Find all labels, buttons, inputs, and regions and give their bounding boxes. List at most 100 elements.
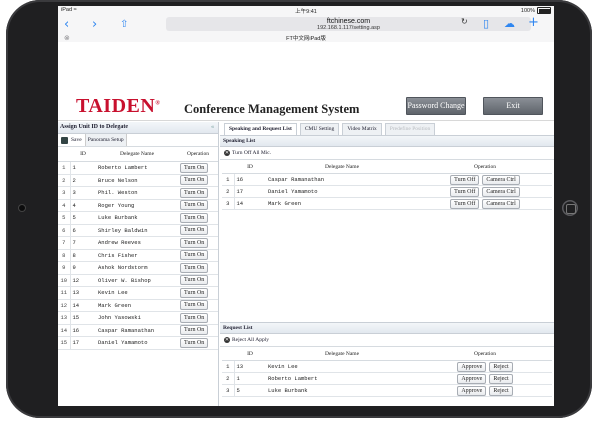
operation-cell: Turn On [178, 261, 218, 275]
operation-buttons: Turn Off Camera Ctrl [420, 174, 550, 185]
row-number: 2 [222, 372, 235, 385]
turn-off-button[interactable]: Turn Off [450, 198, 480, 209]
request-table: ID Delegate Name Operation 1 13 Kevin Lee A… [222, 347, 552, 397]
camera-ctrl-button[interactable]: Camera Ctrl [482, 198, 520, 209]
table-row: 1 1 Roberto Lambert Turn On [58, 161, 218, 175]
col-delegate-name: Delegate Name [96, 147, 178, 162]
turn-on-button[interactable]: Turn On [180, 287, 209, 298]
turn-on-button[interactable]: Turn On [180, 225, 209, 236]
turn-off-button[interactable]: Turn Off [450, 174, 480, 185]
taiden-logo: TAIDEN® [76, 95, 161, 117]
delegate-name: Andrew Reeves [96, 236, 178, 250]
operation-cell: Turn On [178, 324, 218, 337]
operation-cell: Turn Off Camera Ctrl [418, 173, 552, 186]
turn-on-button[interactable]: Turn On [180, 175, 209, 186]
reject-icon[interactable]: ✕ [224, 337, 230, 343]
assign-toolbar: Save Panorama Setup [58, 134, 218, 147]
turn-on-button[interactable]: Turn On [180, 187, 209, 198]
cloud-tabs-icon[interactable]: ☁ [504, 17, 515, 30]
delegate-name: Roberto Lambert [96, 161, 178, 175]
camera-ctrl-button[interactable]: Camera Ctrl [482, 174, 520, 185]
home-button[interactable] [562, 200, 578, 216]
speaking-list-title: Speaking List [220, 136, 554, 147]
reload-icon[interactable]: ↻ [461, 17, 468, 26]
delegate-name: John Yasowski [96, 311, 178, 325]
bookmarks-icon[interactable]: ▯ [483, 17, 489, 30]
mic-off-icon[interactable]: ✕ [224, 150, 230, 156]
turn-off-button[interactable]: Turn Off [450, 186, 480, 197]
tab-2[interactable]: Video Matrix [342, 123, 382, 135]
app-header: TAIDEN® Conference Management System Pas… [58, 89, 554, 121]
delegate-name: Daniel Yamamoto [266, 185, 418, 198]
turn-on-button[interactable]: Turn On [180, 325, 209, 336]
unit-id: 7 [70, 236, 96, 250]
reject-button[interactable]: Reject [489, 361, 513, 372]
unit-id: 17 [70, 336, 96, 350]
operation-buttons: Turn Off Camera Ctrl [420, 198, 550, 209]
row-number: 15 [58, 336, 71, 350]
operation-cell: Approve Reject [418, 372, 552, 385]
turn-on-button[interactable]: Turn On [180, 237, 209, 248]
turn-on-button[interactable]: Turn On [180, 250, 209, 261]
turn-on-button[interactable]: Turn On [180, 212, 209, 223]
unit-id: 3 [70, 186, 96, 200]
delegate-name: Bruce Nelson [96, 174, 178, 187]
operation-cell: Turn On [178, 211, 218, 225]
col-delegate-name: Delegate Name [266, 160, 418, 174]
tab-bar: Speaking and Request List CMU Setting Vide… [220, 122, 554, 136]
camera-ctrl-button[interactable]: Camera Ctrl [482, 186, 520, 197]
status-bar: iPad ≈ 上午9:41 100% [58, 6, 554, 15]
unit-id: 1 [234, 372, 266, 385]
save-icon[interactable] [61, 136, 68, 144]
unit-id: 4 [70, 199, 96, 212]
approve-button[interactable]: Approve [457, 373, 487, 384]
page-tab-title[interactable]: FT中文网iPad版 [58, 34, 554, 42]
col-id: ID [234, 160, 266, 174]
operation-cell: Turn On [178, 236, 218, 250]
turn-on-button[interactable]: Turn On [180, 275, 209, 286]
col-operation: Operation [418, 347, 552, 361]
turn-on-button[interactable]: Turn On [180, 262, 209, 273]
row-number: 3 [222, 197, 235, 210]
turn-off-all-button[interactable]: Turn Off All Mic. [232, 147, 271, 159]
operation-cell: Turn On [178, 336, 218, 350]
back-icon[interactable]: ‹ [64, 18, 69, 32]
approve-button[interactable]: Approve [457, 361, 487, 372]
save-button[interactable]: Save [71, 134, 82, 146]
unit-id: 8 [70, 249, 96, 262]
operation-cell: Turn Off Camera Ctrl [418, 197, 552, 210]
password-change-button[interactable]: Password Change [406, 97, 466, 115]
forward-icon[interactable]: › [92, 18, 97, 32]
new-tab-icon[interactable]: + [528, 15, 539, 30]
turn-on-button[interactable]: Turn On [180, 312, 209, 323]
turn-on-button[interactable]: Turn On [180, 162, 209, 173]
reject-button[interactable]: Reject [489, 373, 513, 384]
table-row: 1 13 Kevin Lee Approve Reject [222, 360, 552, 373]
tab-0[interactable]: Speaking and Request List [224, 123, 297, 135]
assign-unit-panel: Assign Unit ID to Delegate « Save Panora… [58, 122, 219, 406]
table-row: 3 5 Luke Burbank Approve Reject [222, 384, 552, 397]
delegate-name: Caspar Ramanathan [266, 173, 418, 186]
share-icon[interactable]: ⇧ [120, 18, 128, 32]
turn-on-button[interactable]: Turn On [180, 300, 209, 311]
reject-all-button[interactable]: Reject All Apply [232, 334, 269, 346]
reject-button[interactable]: Reject [489, 385, 513, 396]
exit-button[interactable]: Exit [483, 97, 543, 115]
operation-buttons: Turn Off Camera Ctrl [420, 186, 550, 197]
panorama-setup-button[interactable]: Panorama Setup [84, 134, 127, 146]
collapse-icon[interactable]: « [211, 122, 214, 133]
turn-on-button[interactable]: Turn On [180, 200, 209, 211]
row-number: 13 [58, 311, 71, 325]
tab-1[interactable]: CMU Setting [299, 123, 340, 135]
speaking-request-panel: Speaking and Request List CMU Setting Vide… [220, 122, 554, 406]
delegate-name: Mark Green [266, 197, 418, 210]
url-path: 192.168.1.117/setting.asp [317, 25, 380, 31]
approve-button[interactable]: Approve [457, 385, 487, 396]
operation-cell: Turn On [178, 249, 218, 262]
status-time: 上午9:41 [295, 9, 317, 15]
table-row: 1 16 Caspar Ramanathan Turn Off Camera Ctrl [222, 173, 552, 186]
address-bar[interactable]: ftchinese.com 192.168.1.117/setting.asp [166, 17, 531, 31]
unit-id: 6 [70, 224, 96, 237]
turn-on-button[interactable]: Turn On [180, 337, 209, 348]
operation-cell: Turn Off Camera Ctrl [418, 185, 552, 198]
